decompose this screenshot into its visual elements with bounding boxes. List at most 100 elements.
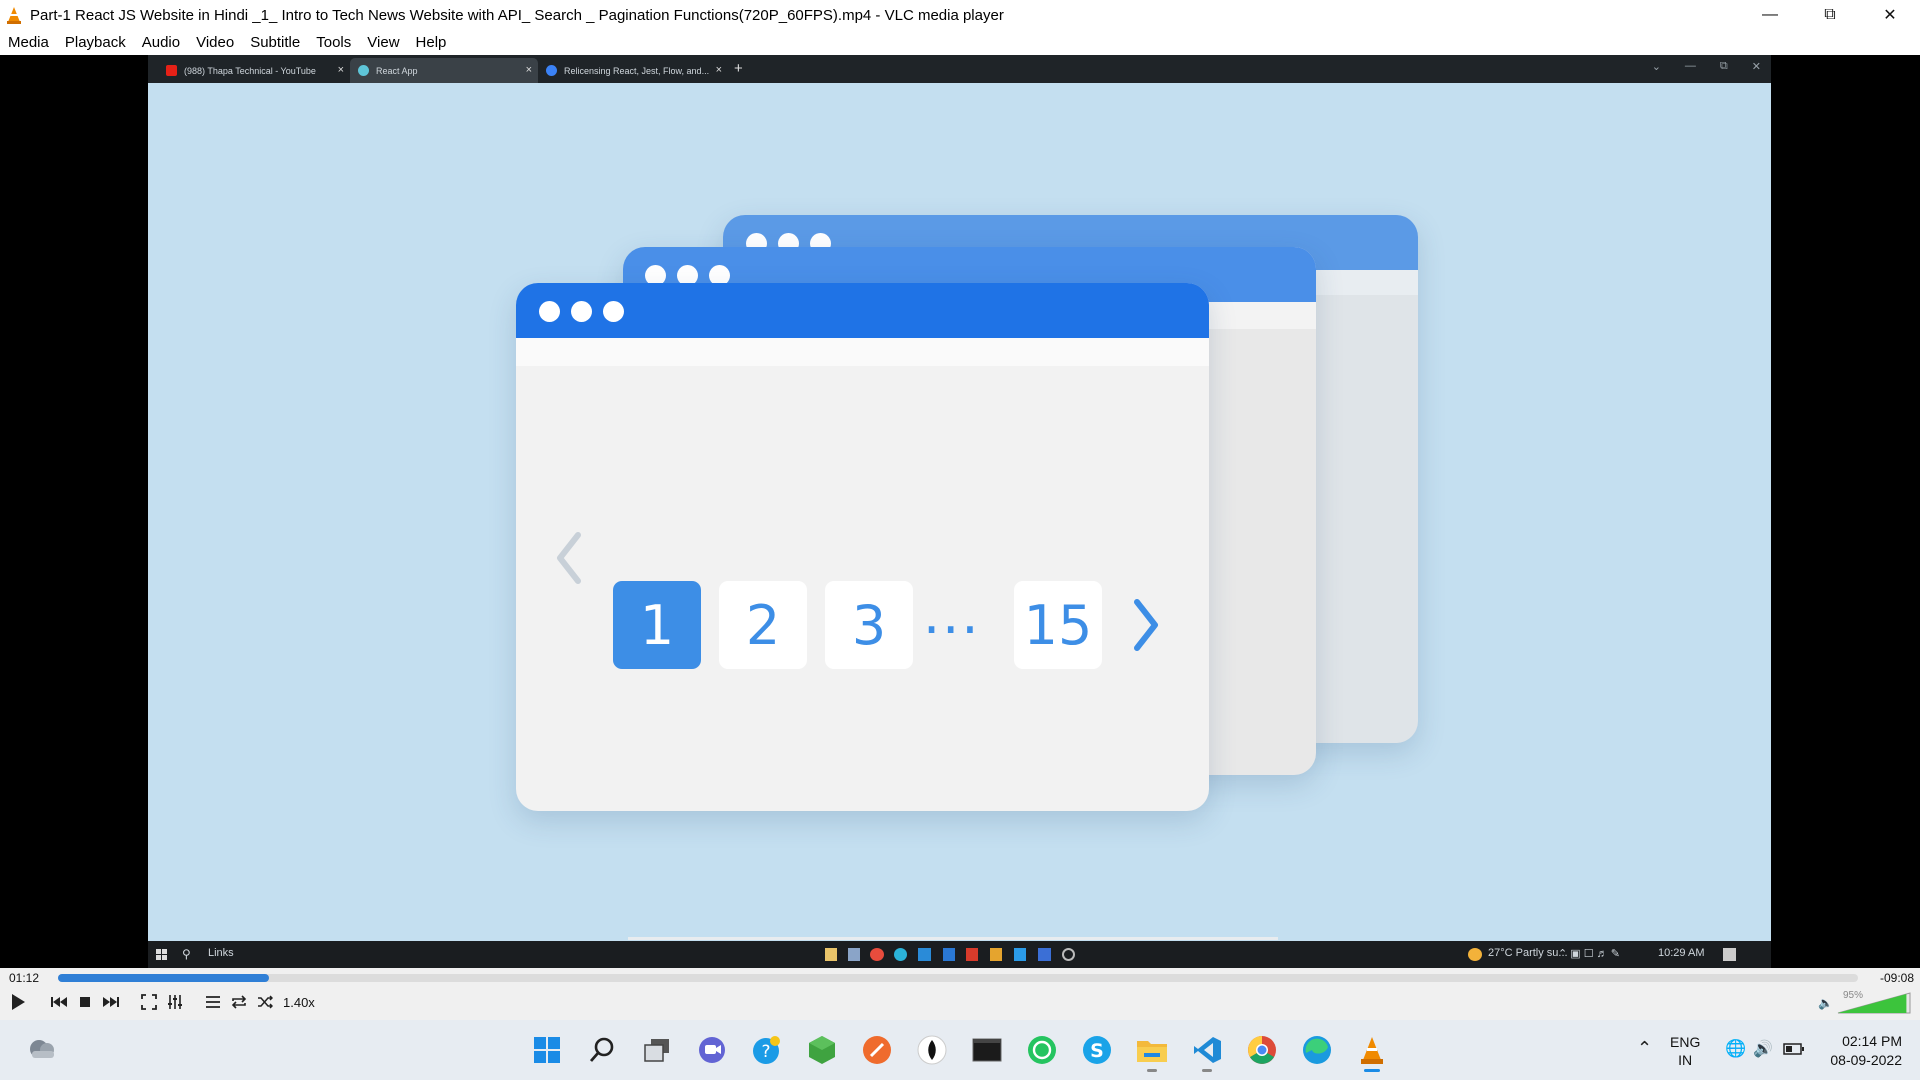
whatsapp-app[interactable] <box>1026 1034 1058 1066</box>
skip-forward-icon <box>103 997 119 1007</box>
playlist-button[interactable] <box>202 990 224 1014</box>
menu-subtitle[interactable]: Subtitle <box>250 34 300 51</box>
minimize-button[interactable]: — <box>1740 0 1800 30</box>
equalizer-icon <box>168 995 182 1009</box>
search-icon <box>589 1037 614 1062</box>
chevron-up-icon[interactable]: ⌃ <box>1637 1038 1652 1059</box>
system-clock[interactable]: 02:14 PM 08-09-2022 <box>1830 1032 1902 1070</box>
inner-tab-react-app: React App × <box>350 58 538 83</box>
playback-speed[interactable]: 1.40x <box>283 995 315 1010</box>
fullscreen-button[interactable] <box>138 990 160 1014</box>
network-icon[interactable]: 🌐 <box>1725 1039 1746 1059</box>
vscode-icon <box>1194 1037 1221 1063</box>
battery-icon[interactable] <box>1783 1043 1805 1055</box>
help-icon: ? <box>753 1036 780 1064</box>
start-button[interactable] <box>531 1034 563 1066</box>
office-icon <box>966 948 978 961</box>
loop-button[interactable] <box>228 990 250 1014</box>
nodejs-app[interactable] <box>806 1034 838 1066</box>
menu-view[interactable]: View <box>367 34 399 51</box>
close-button[interactable]: ✕ <box>1860 0 1920 30</box>
page-button-3: 3 <box>825 581 913 669</box>
page-button-1: 1 <box>613 581 701 669</box>
task-view-button[interactable] <box>641 1034 673 1066</box>
inner-search-label: Links <box>208 947 234 959</box>
remaining-time[interactable]: -09:08 <box>1880 971 1914 985</box>
mongodb-compass-app[interactable] <box>916 1034 948 1066</box>
close-icon: × <box>525 64 532 76</box>
shuffle-button[interactable] <box>254 990 276 1014</box>
menu-tools[interactable]: Tools <box>316 34 351 51</box>
new-tab-icon: + <box>734 60 743 77</box>
skype-app[interactable]: S <box>1081 1034 1113 1066</box>
previous-button[interactable] <box>48 990 70 1014</box>
speaker-icon[interactable]: 🔊 <box>1753 1039 1773 1059</box>
minimize-icon: — <box>1684 60 1696 72</box>
restore-button[interactable]: ⧉ <box>1800 0 1860 30</box>
video-frame: (988) Thapa Technical - YouTube × React … <box>148 55 1771 968</box>
postman-icon <box>863 1036 891 1064</box>
stop-icon <box>80 997 90 1007</box>
player-controls: 01:12 -09:08 1.40x 🔈 95% <box>0 968 1920 1020</box>
clock-date: 08-09-2022 <box>1830 1052 1902 1068</box>
vscode-app[interactable] <box>1191 1034 1223 1072</box>
postman-app[interactable] <box>861 1034 893 1066</box>
inner-tab-label: (988) Thapa Technical - YouTube <box>184 65 316 76</box>
sublime-icon <box>990 948 1002 961</box>
teams-chat-button[interactable] <box>696 1034 728 1066</box>
weather-widget[interactable] <box>26 1032 58 1064</box>
edge-icon <box>1303 1036 1331 1064</box>
app-icon <box>848 948 860 961</box>
video-area[interactable]: (988) Thapa Technical - YouTube × React … <box>0 55 1920 968</box>
close-icon: × <box>715 64 722 76</box>
weather-icon <box>1468 948 1482 961</box>
loop-icon <box>231 995 247 1009</box>
illustration-window-front: 1 2 3 ... 15 <box>516 283 1209 811</box>
chevron-down-icon: ⌄ <box>1651 61 1661 73</box>
page-button-2: 2 <box>719 581 807 669</box>
file-explorer-app[interactable] <box>1136 1034 1168 1072</box>
chrome-icon <box>1248 1036 1276 1064</box>
title-bar: Part-1 React JS Website in Hindi _1_ Int… <box>0 0 1920 30</box>
search-button[interactable] <box>586 1034 618 1066</box>
language-indicator[interactable]: ENG IN <box>1670 1033 1700 1069</box>
menu-help[interactable]: Help <box>416 34 447 51</box>
menu-media[interactable]: Media <box>8 34 49 51</box>
inner-tab-relicensing: Relicensing React, Jest, Flow, and... × <box>538 58 728 83</box>
menu-video[interactable]: Video <box>196 34 234 51</box>
store-icon <box>943 948 955 961</box>
hexagon-icon <box>809 1036 835 1064</box>
seek-bar[interactable] <box>58 974 1858 982</box>
terminal-icon <box>972 1038 1002 1062</box>
close-icon: ✕ <box>1751 61 1761 73</box>
close-icon: × <box>337 64 344 76</box>
terminal-app[interactable] <box>971 1034 1003 1066</box>
next-button[interactable] <box>100 990 122 1014</box>
react-icon <box>358 65 369 76</box>
windows-taskbar: ? S ⌃ ENG IN 🌐 🔊 02:14 PM 08-09-2022 <box>0 1020 1920 1080</box>
whatsapp-icon <box>1028 1036 1056 1064</box>
chevron-left-icon <box>557 532 581 584</box>
skype-icon: S <box>1083 1036 1111 1064</box>
cloud-icon <box>30 1040 54 1058</box>
chrome-app[interactable] <box>1246 1034 1278 1066</box>
stop-button[interactable] <box>74 990 96 1014</box>
playlist-icon <box>206 996 220 1008</box>
menu-playback[interactable]: Playback <box>65 34 126 51</box>
edge-app[interactable] <box>1301 1034 1333 1066</box>
elapsed-time: 01:12 <box>9 971 40 985</box>
play-button[interactable] <box>6 990 30 1014</box>
skip-back-icon <box>51 997 67 1007</box>
inner-tab-label: React App <box>376 65 418 76</box>
app-icon <box>1038 948 1051 961</box>
vscode-icon <box>1014 948 1026 961</box>
chrome-icon <box>870 948 884 961</box>
leaf-icon <box>917 1035 947 1065</box>
restore-icon: ⧉ <box>1719 60 1728 72</box>
tips-app[interactable]: ? <box>751 1034 783 1066</box>
menu-audio[interactable]: Audio <box>142 34 180 51</box>
extended-settings-button[interactable] <box>164 990 186 1014</box>
volume-slider[interactable] <box>1820 992 1912 1014</box>
vlc-app[interactable] <box>1356 1034 1388 1072</box>
inner-tab-label: Relicensing React, Jest, Flow, and... <box>564 65 710 76</box>
